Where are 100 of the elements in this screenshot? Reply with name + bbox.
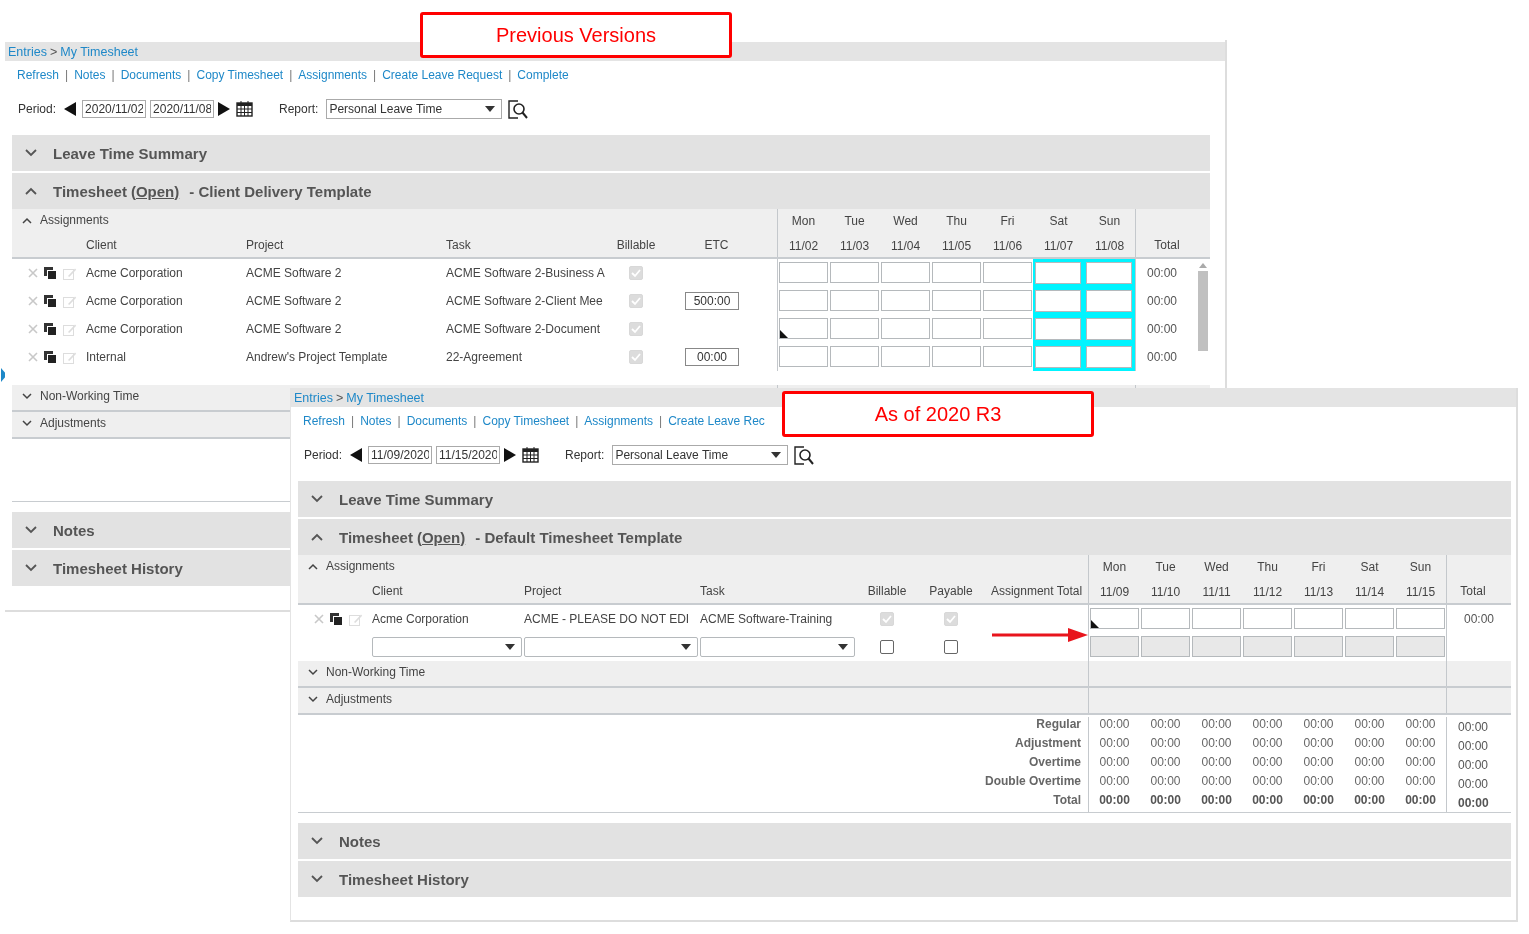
copy-icon[interactable] [44,266,57,280]
hours-field[interactable] [830,262,879,283]
edit-icon[interactable] [63,266,77,280]
hours-field[interactable] [881,346,930,367]
copy-icon[interactable] [330,612,343,626]
section-header[interactable]: Notes [12,512,290,548]
toolbar-link[interactable]: Documents [120,68,182,82]
expand-icon[interactable] [308,668,318,676]
hours-field[interactable] [983,290,1032,311]
toolbar-link[interactable]: Assignments [584,414,653,428]
delete-icon[interactable] [28,296,38,306]
expand-icon[interactable] [311,875,323,883]
expand-icon[interactable] [22,392,32,400]
calendar-icon[interactable] [522,447,540,463]
hours-field[interactable] [1033,315,1084,343]
date-field[interactable]: 2020/11/02 [82,100,147,118]
etc-field[interactable]: 00:00 [685,348,739,366]
next-arrow-icon[interactable] [218,102,231,116]
etc-field[interactable]: 500:00 [685,292,739,310]
edit-icon[interactable] [349,612,363,626]
hours-field[interactable] [1294,608,1343,629]
expand-icon[interactable] [25,564,37,572]
expand-icon[interactable] [25,149,37,157]
section-header[interactable]: Timesheet History [12,550,290,586]
breadcrumb-link[interactable]: Entries [8,44,47,59]
hours-field[interactable] [1345,608,1394,629]
edit-icon[interactable] [63,350,77,364]
edit-icon[interactable] [63,294,77,308]
toolbar-link[interactable]: Notes [74,68,106,82]
collapse-icon[interactable] [308,562,318,570]
hours-field[interactable] [1033,259,1084,287]
toolbar-link[interactable]: Notes [360,414,392,428]
copy-icon[interactable] [44,294,57,308]
hours-field[interactable] [830,346,879,367]
delete-icon[interactable] [28,324,38,334]
hours-field[interactable] [1192,636,1241,657]
hours-field[interactable] [932,262,981,283]
toolbar-link[interactable]: Complete [517,68,569,82]
status-link[interactable]: (Open) [416,528,466,546]
delete-icon[interactable] [314,614,324,624]
section-header[interactable]: Timesheet (Open) - Default Timesheet Template [298,519,1511,555]
hours-field[interactable] [1396,608,1445,629]
expand-icon[interactable] [311,837,323,845]
toolbar-link[interactable]: Copy Timesheet [196,68,284,82]
toolbar-link[interactable]: Copy Timesheet [482,414,570,428]
toolbar-link[interactable]: Documents [406,414,468,428]
hours-field[interactable] [932,290,981,311]
date-field[interactable]: 11/09/2020 [368,446,433,464]
hours-field[interactable] [1033,343,1084,371]
hours-field[interactable] [983,346,1032,367]
hours-field[interactable] [1090,636,1139,657]
toolbar-link[interactable]: Refresh [17,68,60,82]
status-link[interactable]: (Open) [130,182,180,200]
delete-icon[interactable] [28,352,38,362]
caret-icon[interactable] [771,452,782,458]
delete-icon[interactable] [28,268,38,278]
caret-icon[interactable] [505,644,515,650]
collapse-icon[interactable] [22,216,32,224]
expand-icon[interactable] [22,419,32,427]
hours-field[interactable] [1090,608,1139,629]
hours-field[interactable] [1243,608,1292,629]
next-arrow-icon[interactable] [504,448,517,462]
date-field[interactable]: 2020/11/08 [150,100,215,118]
previous-arrow-icon[interactable] [64,102,77,116]
scroll-up-icon[interactable] [1199,263,1207,268]
hours-field[interactable] [779,318,828,339]
toolbar-link[interactable]: Assignments [298,68,367,82]
copy-icon[interactable] [44,350,57,364]
search-icon[interactable] [794,445,815,465]
hours-field[interactable] [1141,636,1190,657]
breadcrumb-link[interactable]: My Timesheet [60,44,139,59]
section-header[interactable]: Notes [298,823,1511,859]
hours-field[interactable] [1294,636,1343,657]
hours-field[interactable] [830,290,879,311]
hours-field[interactable] [830,318,879,339]
hours-field[interactable] [1345,636,1394,657]
toolbar-link[interactable]: Create Leave Request [382,68,503,82]
hours-field[interactable] [779,346,828,367]
hours-field[interactable] [1396,636,1445,657]
hours-field[interactable] [779,290,828,311]
hours-field[interactable] [881,290,930,311]
hours-field[interactable] [1141,608,1190,629]
collapse-icon[interactable] [311,533,323,541]
copy-icon[interactable] [44,322,57,336]
hours-field[interactable] [881,262,930,283]
report-dropdown[interactable]: Personal Leave Time [612,445,789,465]
section-header[interactable]: Timesheet (Open) - Client Delivery Template [12,173,1210,209]
hours-field[interactable] [1243,636,1292,657]
hours-field[interactable] [1084,343,1135,371]
hours-field[interactable] [932,318,981,339]
calendar-icon[interactable] [236,101,254,117]
hours-field[interactable] [983,262,1032,283]
date-field[interactable]: 11/15/2020 [436,446,501,464]
checkbox[interactable] [880,640,894,654]
toolbar-link[interactable]: Refresh [303,414,346,428]
hours-field[interactable] [932,346,981,367]
breadcrumb-link[interactable]: Entries [294,390,333,405]
checkbox[interactable] [944,640,958,654]
hours-field[interactable] [881,318,930,339]
caret-icon[interactable] [485,106,496,112]
